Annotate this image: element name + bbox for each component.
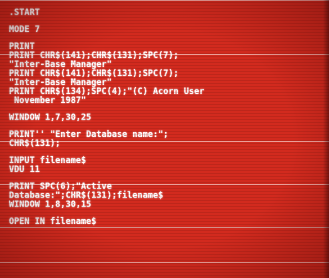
code-line: VDU 11 [9,164,40,174]
program-listing: .START MODE 7 PRINT PRINT CHR$(141);CHR$… [0,0,329,278]
code-line: WINDOW 1,8,30,15 [9,199,92,209]
open-statement: OPEN IN filename$ [9,216,97,226]
basic-listing-screen: .START MODE 7 PRINT PRINT CHR$(141);CHR$… [0,0,329,278]
window-statement: WINDOW 1,7,30,25 [9,112,92,122]
code-line: CHR$(131); [9,138,61,148]
start-label: .START [9,7,40,17]
code-line: INPUT filename$ [9,155,87,165]
mode-statement: MODE 7 [9,24,40,34]
code-line: November 1987" [9,95,87,105]
